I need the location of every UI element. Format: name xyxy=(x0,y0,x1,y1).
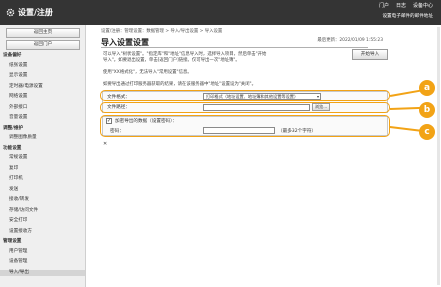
sidebar-item[interactable]: 网络设置 xyxy=(9,94,94,100)
app-title: 设置/注册 xyxy=(6,7,53,18)
sidebar-item[interactable]: 常规设置 xyxy=(9,155,94,161)
sidebar-item[interactable]: 接收/转发 xyxy=(9,197,94,203)
sidebar-item[interactable]: 定时器/电源设置 xyxy=(9,84,94,90)
close-icon[interactable]: ✕ xyxy=(103,141,107,147)
sidebar-item[interactable]: 打印机 xyxy=(9,176,94,182)
callout-badge-b: b xyxy=(419,102,435,118)
app-title-text: 设置/注册 xyxy=(18,8,53,17)
sidebar-item[interactable]: 设备管理 xyxy=(9,259,94,265)
sidebar-item[interactable]: 音量设置 xyxy=(9,115,94,121)
callout-outline-b xyxy=(100,102,390,113)
breadcrumb: 设置/注册：管理设置：数据管理 > 导入/导出设置 > 导入设置 xyxy=(101,29,223,34)
description-line: 可以导入"树状设置"。"指定库"和"地址"信息导入时，选择导入项目，然后单击"开… xyxy=(103,52,267,57)
callout-badge-a: a xyxy=(419,80,435,96)
last-updated: 最后更新：2022/01/09 1:55:23 xyxy=(317,38,383,43)
portal-link[interactable]: 门户 xyxy=(379,2,389,9)
sidebar-item[interactable]: 调整图像质量 xyxy=(9,135,94,141)
callout-outline-c xyxy=(100,115,390,137)
sidebar-item[interactable]: 纸张设置 xyxy=(9,63,94,69)
back-portal-button[interactable]: 返回门户 xyxy=(6,40,80,50)
gear-icon xyxy=(6,8,15,17)
start-import-button[interactable]: 开始导入 xyxy=(352,49,388,60)
sidebar: 返回主页 返回门户 设备偏好 纸张设置 显示设置 定时器/电源设置 网络设置 外部接口 音量… xyxy=(0,25,86,287)
title-divider xyxy=(101,47,368,48)
description-line: 导入"。如要退出设置，单击[返回门户]链接。仅可导出一次"地址簿"。 xyxy=(103,58,240,63)
sidebar-item[interactable]: 用户管理 xyxy=(9,249,94,255)
sidebar-item[interactable]: 导入/导出 xyxy=(0,269,85,276)
sidebar-item[interactable]: 设置接收方 xyxy=(9,229,94,235)
sidebar-item[interactable]: 复印 xyxy=(9,166,94,172)
sidebar-item[interactable]: 安全打印 xyxy=(9,218,94,224)
sidebar-item[interactable]: 发送 xyxy=(9,187,94,193)
sidebar-item[interactable]: 存储/访问文件 xyxy=(9,208,94,214)
log-link[interactable]: 日志 xyxy=(396,2,406,9)
sidebar-category: 管理设置 xyxy=(3,239,22,244)
back-home-button[interactable]: 返回主页 xyxy=(6,28,80,38)
callout-badge-c: c xyxy=(419,124,435,140)
scrollbar[interactable] xyxy=(437,27,440,285)
description-line: 如要导出通过打印服务器获取的结果，请在该服务器中"地址"设置设为"关闭"。 xyxy=(103,82,256,87)
top-header: 设置/注册 门户 日志 设备中心 设置电子邮件的邮件地址 xyxy=(0,0,441,25)
main-content: 设置/注册：管理设置：数据管理 > 导入/导出设置 > 导入设置 导入设置设置 … xyxy=(86,25,441,287)
sidebar-category: 设备偏好 xyxy=(3,53,22,58)
device-center-link[interactable]: 设备中心 xyxy=(413,2,433,9)
sidebar-category: 调整/维护 xyxy=(3,125,24,131)
user-sub: 设置电子邮件的邮件地址 xyxy=(382,14,433,19)
sidebar-item[interactable]: 显示设置 xyxy=(9,73,94,79)
description-line: 使用"XX格式化"，无法导入"常用设置"信息。 xyxy=(103,70,192,75)
callout-outline-a xyxy=(100,90,390,101)
sidebar-category: 功能设置 xyxy=(3,145,22,151)
sidebar-item[interactable]: 外部接口 xyxy=(9,105,94,111)
